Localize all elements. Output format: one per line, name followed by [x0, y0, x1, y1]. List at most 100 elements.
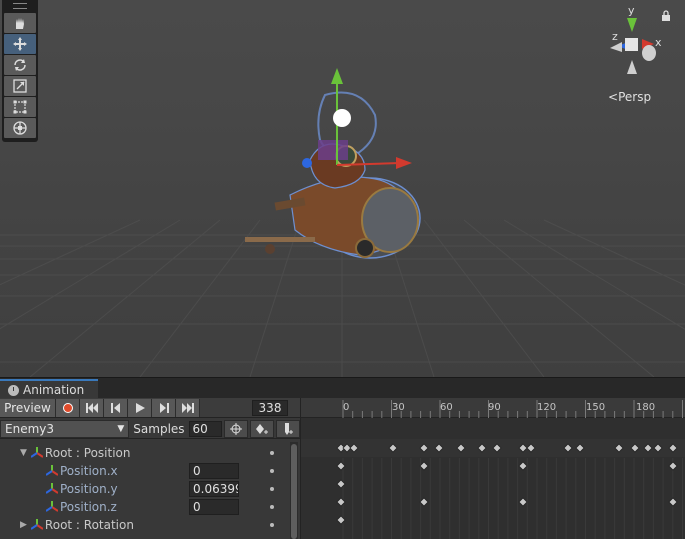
current-frame-field[interactable]: 338 [252, 399, 288, 416]
add-event-button[interactable] [276, 419, 300, 438]
position-x-field[interactable]: 0 [189, 463, 239, 479]
transform-axes-icon [30, 519, 43, 530]
gizmo-z-label: z [612, 30, 618, 43]
filter-keyframes-button[interactable] [224, 419, 249, 438]
add-keyframe-button[interactable] [250, 419, 275, 438]
lock-icon[interactable] [661, 10, 671, 22]
tab-animation[interactable]: Animation [0, 379, 98, 399]
gizmo-x-label: x [655, 36, 662, 49]
rect-transform-icon [13, 100, 27, 114]
clip-name: Enemy3 [5, 421, 54, 436]
keyframe-root-position[interactable] [518, 461, 528, 471]
keyframe-position-x[interactable] [336, 479, 346, 489]
ruler-label: 120 [537, 402, 557, 413]
tool-palette-grip[interactable] [2, 0, 38, 12]
gizmo-center-cube[interactable] [625, 38, 638, 51]
property-scrollbar[interactable] [290, 442, 298, 539]
transform-axes-icon [30, 447, 43, 458]
time-ruler[interactable]: 0 30 60 90 120 150 180 [301, 398, 685, 418]
ruler-label: 60 [440, 402, 453, 413]
samples-label: Samples [133, 421, 185, 436]
add-event-icon [285, 422, 294, 435]
tool-palette [2, 0, 38, 142]
keyframe-position-z[interactable] [336, 515, 346, 525]
next-keyframe-button[interactable] [152, 398, 176, 417]
keyframe-root-position[interactable] [419, 461, 429, 471]
property-label: Position.y [60, 482, 118, 496]
position-z-field[interactable]: 0 [189, 499, 239, 515]
record-icon [62, 402, 73, 413]
keyframe-position-y[interactable] [668, 497, 678, 507]
play-icon [135, 402, 145, 413]
keyframe-position-y[interactable] [419, 497, 429, 507]
rotate-tool-button[interactable] [4, 55, 36, 75]
first-keyframe-button[interactable] [80, 398, 104, 417]
projection-toggle[interactable]: <Persp [608, 90, 651, 104]
property-label: Root : Position [44, 446, 131, 460]
clip-select[interactable]: Enemy3 ▼ [0, 419, 130, 438]
skip-start-icon [85, 402, 98, 413]
keyframe-area[interactable] [301, 418, 685, 539]
property-options-icon[interactable] [270, 505, 274, 509]
enemy-model[interactable] [230, 60, 430, 270]
transform-axes-icon [46, 501, 58, 512]
dropdown-icon: ▼ [117, 423, 125, 434]
position-y-field[interactable]: 0.06399 [189, 481, 239, 497]
animation-window: Animation Preview 338 Enemy3 ▼ Samples 6… [0, 377, 685, 539]
keyframe-position-y[interactable] [518, 497, 528, 507]
gizmo-y-cone[interactable] [627, 18, 637, 32]
property-options-icon[interactable] [270, 487, 274, 491]
ruler-label: 150 [586, 402, 606, 413]
tab-label: Animation [23, 383, 85, 397]
property-options-icon[interactable] [270, 469, 274, 473]
property-options-icon[interactable] [270, 451, 274, 455]
ruler-label: 90 [488, 402, 501, 413]
foldout-open-icon: ▼ [20, 448, 27, 458]
ruler-label: 30 [392, 402, 405, 413]
transform-axes-icon [46, 465, 58, 476]
scale-tool-button[interactable] [4, 76, 36, 96]
property-row-position-x[interactable]: Position.x 0 [0, 462, 288, 480]
projection-label: Persp [618, 90, 652, 104]
ruler-label: 0 [343, 402, 350, 413]
keyframe-root-position[interactable] [668, 461, 678, 471]
property-row-root-position[interactable]: ▼ Root : Position [0, 444, 288, 462]
property-row-position-z[interactable]: Position.z 0 [0, 498, 288, 516]
hand-tool-button[interactable] [4, 13, 36, 33]
prev-keyframe-button[interactable] [104, 398, 128, 417]
clock-icon [8, 384, 19, 396]
move-icon [13, 37, 27, 51]
transform-tool-button[interactable] [4, 118, 36, 138]
rotate-icon [14, 59, 26, 71]
play-button[interactable] [128, 398, 152, 417]
persp-chevron-icon: < [608, 90, 619, 104]
orientation-gizmo[interactable]: y z x [598, 4, 668, 84]
animation-toolbar: Preview 338 [0, 398, 300, 418]
last-keyframe-button[interactable] [176, 398, 200, 417]
clip-row: Enemy3 ▼ Samples 60 [0, 419, 300, 439]
property-label: Position.z [60, 500, 117, 514]
property-row-root-rotation[interactable]: ▶ Root : Rotation [0, 516, 288, 534]
scene-view[interactable]: y z x <Persp [0, 0, 685, 377]
property-row-position-y[interactable]: Position.y 0.06399 [0, 480, 288, 498]
dopesheet[interactable]: 0 30 60 90 120 150 180 [300, 398, 685, 539]
property-label: Root : Rotation [44, 518, 134, 532]
record-button[interactable] [56, 398, 80, 417]
move-tool-button[interactable] [4, 34, 36, 54]
rect-tool-button[interactable] [4, 97, 36, 117]
samples-field[interactable]: 60 [188, 420, 223, 437]
keyframe-root-position[interactable] [336, 461, 346, 471]
property-options-icon[interactable] [270, 523, 274, 527]
property-label: Position.x [60, 464, 118, 478]
property-list: ▼ Root : Position Position.x 0 Position.… [0, 440, 300, 539]
foldout-closed-icon: ▶ [20, 520, 27, 530]
skip-end-icon [181, 402, 194, 413]
add-keyframe-icon [256, 423, 269, 434]
step-forward-icon [159, 402, 169, 413]
ruler-label: 180 [636, 402, 656, 413]
keyframe-position-y[interactable] [336, 497, 346, 507]
scale-icon [13, 79, 27, 93]
scrollbar-thumb[interactable] [291, 444, 297, 539]
preview-button[interactable]: Preview [0, 398, 56, 417]
transform-axes-icon [46, 483, 58, 494]
